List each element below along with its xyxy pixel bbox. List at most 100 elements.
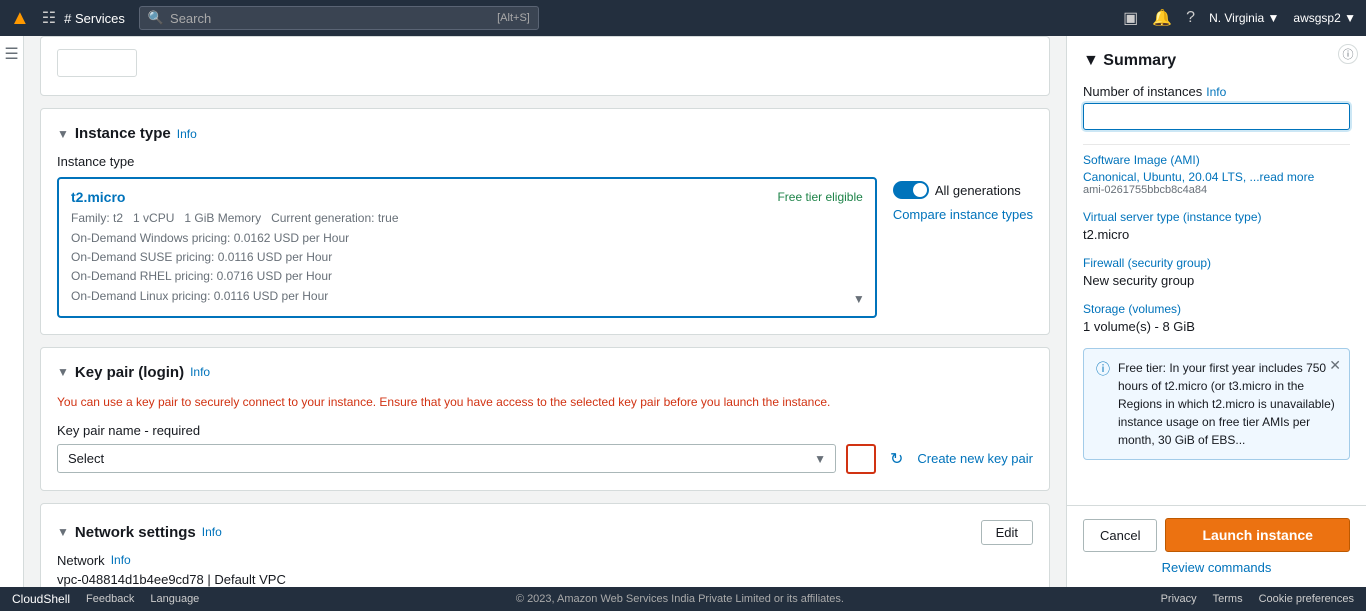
instance-type-actions: All generations Compare instance types <box>893 177 1033 222</box>
review-commands-link[interactable]: Review commands <box>1083 560 1350 575</box>
top-right-info-button[interactable]: ⓘ <box>1338 44 1358 64</box>
keypair-header: ▼ Key pair (login) Info <box>57 364 1033 381</box>
instance-type-field-label: Instance type <box>57 154 1033 169</box>
search-shortcut: [Alt+S] <box>497 12 530 24</box>
aws-logo[interactable]: ▲ <box>10 7 30 30</box>
network-info-link[interactable]: Info <box>202 525 222 539</box>
free-tier-text: Free tier: In your first year includes 7… <box>1118 359 1337 449</box>
cookies-link[interactable]: Cookie preferences <box>1259 593 1354 605</box>
launch-instance-button[interactable]: Launch instance <box>1165 518 1350 552</box>
instance-type-header: ▼ Instance type Info <box>57 125 1033 142</box>
network-title: Network settings <box>75 524 196 541</box>
instances-input[interactable]: 1 <box>1083 103 1350 130</box>
region-selector[interactable]: N. Virginia ▼ <box>1209 11 1279 25</box>
ami-label: Software Image (AMI) <box>1083 153 1350 167</box>
cancel-launch-row: Cancel Launch instance <box>1083 518 1350 552</box>
summary-panel: ▼ Summary Number of instances Info 1 Sof… <box>1066 36 1366 587</box>
instance-type-box-header: t2.micro Free tier eligible <box>71 189 863 205</box>
summary-firewall-label: Firewall (security group) <box>1083 256 1350 270</box>
network-edit-button[interactable]: Edit <box>981 520 1033 545</box>
network-collapse-arrow[interactable]: ▼ <box>57 525 69 539</box>
instance-type-section: ▼ Instance type Info Instance type t2.mi… <box>40 108 1050 335</box>
review-commands-row: Review commands <box>1083 560 1350 575</box>
terminal-icon[interactable]: ▣ <box>1123 8 1138 28</box>
summary-content: ▼ Summary Number of instances Info 1 Sof… <box>1067 36 1366 505</box>
keypair-warning-text: You can use a key pair to securely conne… <box>57 393 1033 411</box>
network-field-info[interactable]: Info <box>111 553 131 567</box>
keypair-collapse-arrow[interactable]: ▼ <box>57 365 69 379</box>
help-icon[interactable]: ? <box>1186 9 1195 27</box>
instances-label-row: Number of instances Info <box>1083 84 1350 99</box>
instance-type-collapse-arrow[interactable]: ▼ <box>57 127 69 141</box>
free-tier-close-button[interactable]: ✕ <box>1329 357 1341 374</box>
summary-divider-1 <box>1083 144 1350 145</box>
services-label[interactable]: # Services <box>64 11 125 26</box>
cloudshell-link[interactable]: CloudShell <box>12 592 70 606</box>
keypair-section: ▼ Key pair (login) Info You can use a ke… <box>40 347 1050 491</box>
instance-details: Family: t2 1 vCPU 1 GiB Memory Current g… <box>71 211 863 225</box>
bottom-bar: CloudShell Feedback Language © 2023, Ama… <box>0 587 1366 611</box>
grid-icon[interactable]: ☷ <box>42 8 56 28</box>
copy-icon[interactable] <box>846 444 876 474</box>
keypair-select-wrapper: Select ▼ <box>57 444 836 473</box>
ami-value[interactable]: Canonical, Ubuntu, 20.04 LTS, ...read mo… <box>1083 170 1350 184</box>
summary-instance-type-value: t2.micro <box>1083 227 1350 242</box>
instances-info-link[interactable]: Info <box>1206 85 1226 99</box>
instance-pricing: On-Demand Windows pricing: 0.0162 USD pe… <box>71 229 863 306</box>
instances-label: Number of instances <box>1083 84 1202 99</box>
left-sidebar: ☰ <box>0 36 24 587</box>
ami-id: ami-0261755bbcb8c4a84 <box>1083 184 1350 196</box>
main-content: ▼ Instance type Info Instance type t2.mi… <box>24 36 1066 587</box>
summary-storage-label: Storage (volumes) <box>1083 302 1350 316</box>
summary-instances-field: Number of instances Info 1 <box>1083 84 1350 130</box>
instance-dropdown-arrow: ▼ <box>853 292 865 306</box>
summary-firewall-field: Firewall (security group) New security g… <box>1083 256 1350 288</box>
network-field-label: Network <box>57 553 105 568</box>
instance-name: t2.micro <box>71 189 125 205</box>
account-menu[interactable]: awsgsp2 ▼ <box>1293 11 1356 25</box>
top-placeholder <box>40 36 1050 96</box>
network-settings-section: ▼ Network settings Info Edit Network Inf… <box>40 503 1050 587</box>
summary-instance-type-field: Virtual server type (instance type) t2.m… <box>1083 210 1350 242</box>
keypair-info-link[interactable]: Info <box>190 365 210 379</box>
search-input[interactable] <box>170 11 493 26</box>
instance-type-info-link[interactable]: Info <box>177 127 197 141</box>
keypair-select[interactable]: Select <box>57 444 836 473</box>
content-scroll: ▼ Instance type Info Instance type t2.mi… <box>24 36 1066 587</box>
feedback-link[interactable]: Feedback <box>86 593 134 605</box>
bottom-links: Privacy Terms Cookie preferences <box>1161 593 1354 605</box>
free-tier-info-icon: ⓘ <box>1096 359 1110 379</box>
refresh-keypair-button[interactable]: ↻ <box>886 445 907 473</box>
terms-link[interactable]: Terms <box>1213 593 1243 605</box>
keypair-field-label: Key pair name - required <box>57 423 1033 438</box>
all-generations-toggle: All generations <box>893 181 1033 199</box>
summary-storage-value: 1 volume(s) - 8 GiB <box>1083 319 1350 334</box>
free-tier-notice: ⓘ Free tier: In your first year includes… <box>1083 348 1350 460</box>
instance-type-box[interactable]: t2.micro Free tier eligible Family: t2 1… <box>57 177 877 318</box>
all-generations-label: All generations <box>935 183 1021 198</box>
compare-instance-types-link[interactable]: Compare instance types <box>893 207 1033 222</box>
summary-firewall-value: New security group <box>1083 273 1350 288</box>
summary-instance-type-label: Virtual server type (instance type) <box>1083 210 1350 224</box>
language-link[interactable]: Language <box>150 593 199 605</box>
free-tier-badge: Free tier eligible <box>777 190 862 204</box>
free-tier-notice-header: ⓘ Free tier: In your first year includes… <box>1096 359 1337 449</box>
keypair-title: Key pair (login) <box>75 364 184 381</box>
instance-type-title: Instance type <box>75 125 171 142</box>
summary-ami-field: Software Image (AMI) Canonical, Ubuntu, … <box>1083 153 1350 196</box>
network-field: Network Info <box>57 553 1033 568</box>
privacy-link[interactable]: Privacy <box>1161 593 1197 605</box>
copyright-text: © 2023, Amazon Web Services India Privat… <box>516 593 844 605</box>
all-generations-switch[interactable] <box>893 181 929 199</box>
bell-icon[interactable]: 🔔 <box>1152 8 1172 28</box>
create-keypair-link[interactable]: Create new key pair <box>917 451 1033 466</box>
top-navigation: ▲ ☷ # Services 🔍 [Alt+S] ▣ 🔔 ? N. Virgin… <box>0 0 1366 36</box>
page-wrapper: ☰ ▼ Instance type Info Instance type <box>0 36 1366 587</box>
menu-toggle-icon[interactable]: ☰ <box>4 44 18 64</box>
nav-icons: ▣ 🔔 ? N. Virginia ▼ awsgsp2 ▼ <box>1123 8 1356 28</box>
summary-actions: Cancel Launch instance Review commands <box>1067 505 1366 587</box>
summary-title: ▼ Summary <box>1083 52 1350 70</box>
search-bar: 🔍 [Alt+S] <box>139 6 539 30</box>
cancel-button[interactable]: Cancel <box>1083 519 1157 552</box>
network-title-group: ▼ Network settings Info <box>57 524 222 541</box>
